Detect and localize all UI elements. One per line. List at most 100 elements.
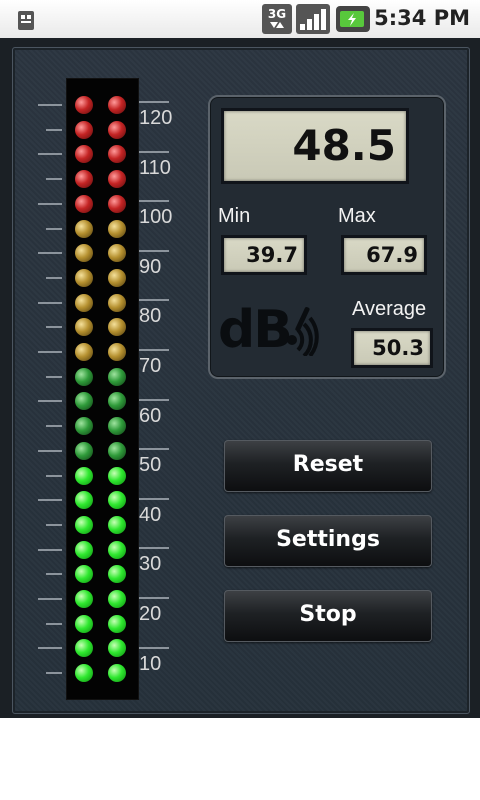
max-value-display: 67.9 bbox=[341, 235, 427, 275]
led-bgreen bbox=[108, 466, 126, 485]
led-yellow bbox=[75, 343, 93, 361]
led-bgreen bbox=[75, 590, 93, 608]
led-dgreen bbox=[108, 441, 126, 460]
scale-tick bbox=[38, 351, 62, 353]
scale-tick bbox=[139, 150, 169, 153]
led-bgreen bbox=[108, 614, 126, 633]
led-bgreen bbox=[75, 466, 93, 485]
led-red bbox=[75, 170, 93, 189]
network-label: 3G bbox=[268, 7, 286, 21]
scale-tick bbox=[38, 153, 62, 156]
min-label: Min bbox=[218, 205, 251, 227]
network-3g-icon: 3G bbox=[262, 4, 292, 34]
scale-tick bbox=[46, 326, 62, 329]
scale-label: 10 bbox=[139, 652, 162, 675]
led-red bbox=[108, 194, 126, 213]
scale-label: 110 bbox=[139, 156, 171, 179]
led-dgreen bbox=[108, 367, 126, 386]
scale-label: 50 bbox=[139, 454, 162, 477]
scale-tick bbox=[46, 573, 62, 576]
current-level-display: 48.5 bbox=[221, 108, 409, 184]
scale-tick bbox=[38, 499, 62, 502]
scale-tick bbox=[46, 622, 62, 625]
scale-label: 20 bbox=[139, 603, 162, 625]
led-dgreen bbox=[75, 367, 93, 386]
scale-tick bbox=[38, 104, 62, 106]
led-red bbox=[108, 96, 126, 114]
scale-tick bbox=[46, 474, 62, 477]
scale-tick bbox=[46, 276, 62, 279]
led-yellow bbox=[108, 293, 126, 312]
scale-label: 40 bbox=[139, 503, 162, 526]
led-yellow bbox=[108, 268, 126, 287]
led-dgreen bbox=[75, 441, 93, 460]
led-bgreen bbox=[108, 540, 126, 559]
scale-tick bbox=[46, 227, 62, 230]
scale-tick bbox=[139, 547, 169, 550]
status-time: 5:34 PM bbox=[374, 6, 470, 30]
settings-button[interactable]: Settings bbox=[224, 515, 432, 567]
led-bgreen bbox=[108, 590, 126, 608]
led-dgreen bbox=[108, 417, 126, 436]
led-meter-background bbox=[66, 78, 139, 700]
status-bar: 3G 5:34 PM bbox=[0, 0, 480, 39]
led-red bbox=[75, 120, 93, 139]
scale-tick bbox=[46, 178, 62, 181]
led-bgreen bbox=[108, 515, 126, 534]
led-red bbox=[108, 170, 126, 189]
average-label: Average bbox=[352, 298, 427, 320]
average-value-display: 50.3 bbox=[351, 328, 433, 368]
led-dgreen bbox=[75, 417, 93, 436]
led-yellow bbox=[75, 293, 93, 312]
max-label: Max bbox=[338, 205, 376, 227]
scale-tick bbox=[139, 646, 169, 649]
led-bgreen bbox=[75, 515, 93, 534]
min-value-display: 39.7 bbox=[221, 235, 307, 275]
led-yellow bbox=[75, 268, 93, 287]
notification-icon bbox=[18, 11, 34, 30]
scale-label: 100 bbox=[139, 206, 173, 229]
battery-icon bbox=[336, 6, 370, 32]
scale-tick bbox=[139, 448, 169, 451]
scale-label: 90 bbox=[139, 255, 162, 278]
sound-waves-icon bbox=[287, 307, 319, 356]
scale-label: 30 bbox=[139, 553, 162, 576]
scale-tick bbox=[46, 375, 62, 378]
scale-tick bbox=[139, 497, 169, 500]
scale-tick bbox=[38, 548, 62, 551]
scale-tick bbox=[38, 252, 62, 255]
scale-tick bbox=[139, 349, 169, 351]
scale-tick bbox=[139, 597, 169, 599]
scale-tick bbox=[139, 200, 169, 203]
scale-tick bbox=[38, 301, 62, 304]
scale-tick bbox=[139, 299, 169, 302]
led-red bbox=[75, 96, 93, 114]
scale-tick bbox=[38, 647, 62, 650]
stop-button[interactable]: Stop bbox=[224, 590, 432, 642]
scale-tick bbox=[46, 672, 62, 675]
led-bgreen bbox=[75, 614, 93, 633]
led-bgreen bbox=[75, 664, 93, 683]
scale-tick bbox=[139, 101, 169, 103]
led-yellow bbox=[108, 219, 126, 238]
led-red bbox=[75, 194, 93, 213]
scale-tick bbox=[46, 523, 62, 526]
scale-label: 70 bbox=[139, 355, 162, 377]
scale-label: 60 bbox=[139, 404, 162, 427]
scale-tick bbox=[46, 425, 62, 428]
scale-tick bbox=[139, 398, 169, 401]
led-yellow bbox=[75, 219, 93, 238]
scale-tick bbox=[46, 128, 62, 131]
scale-label: 120 bbox=[139, 107, 173, 129]
reset-button[interactable]: Reset bbox=[224, 440, 432, 492]
scale-tick bbox=[139, 249, 169, 252]
led-bgreen bbox=[75, 540, 93, 559]
scale-tick bbox=[38, 400, 62, 403]
scale-label: 80 bbox=[139, 305, 162, 328]
led-yellow bbox=[108, 343, 126, 361]
signal-icon bbox=[296, 4, 330, 34]
led-red bbox=[108, 120, 126, 139]
led-bgreen bbox=[108, 664, 126, 683]
scale-tick bbox=[38, 598, 62, 600]
scale-tick bbox=[38, 449, 62, 452]
